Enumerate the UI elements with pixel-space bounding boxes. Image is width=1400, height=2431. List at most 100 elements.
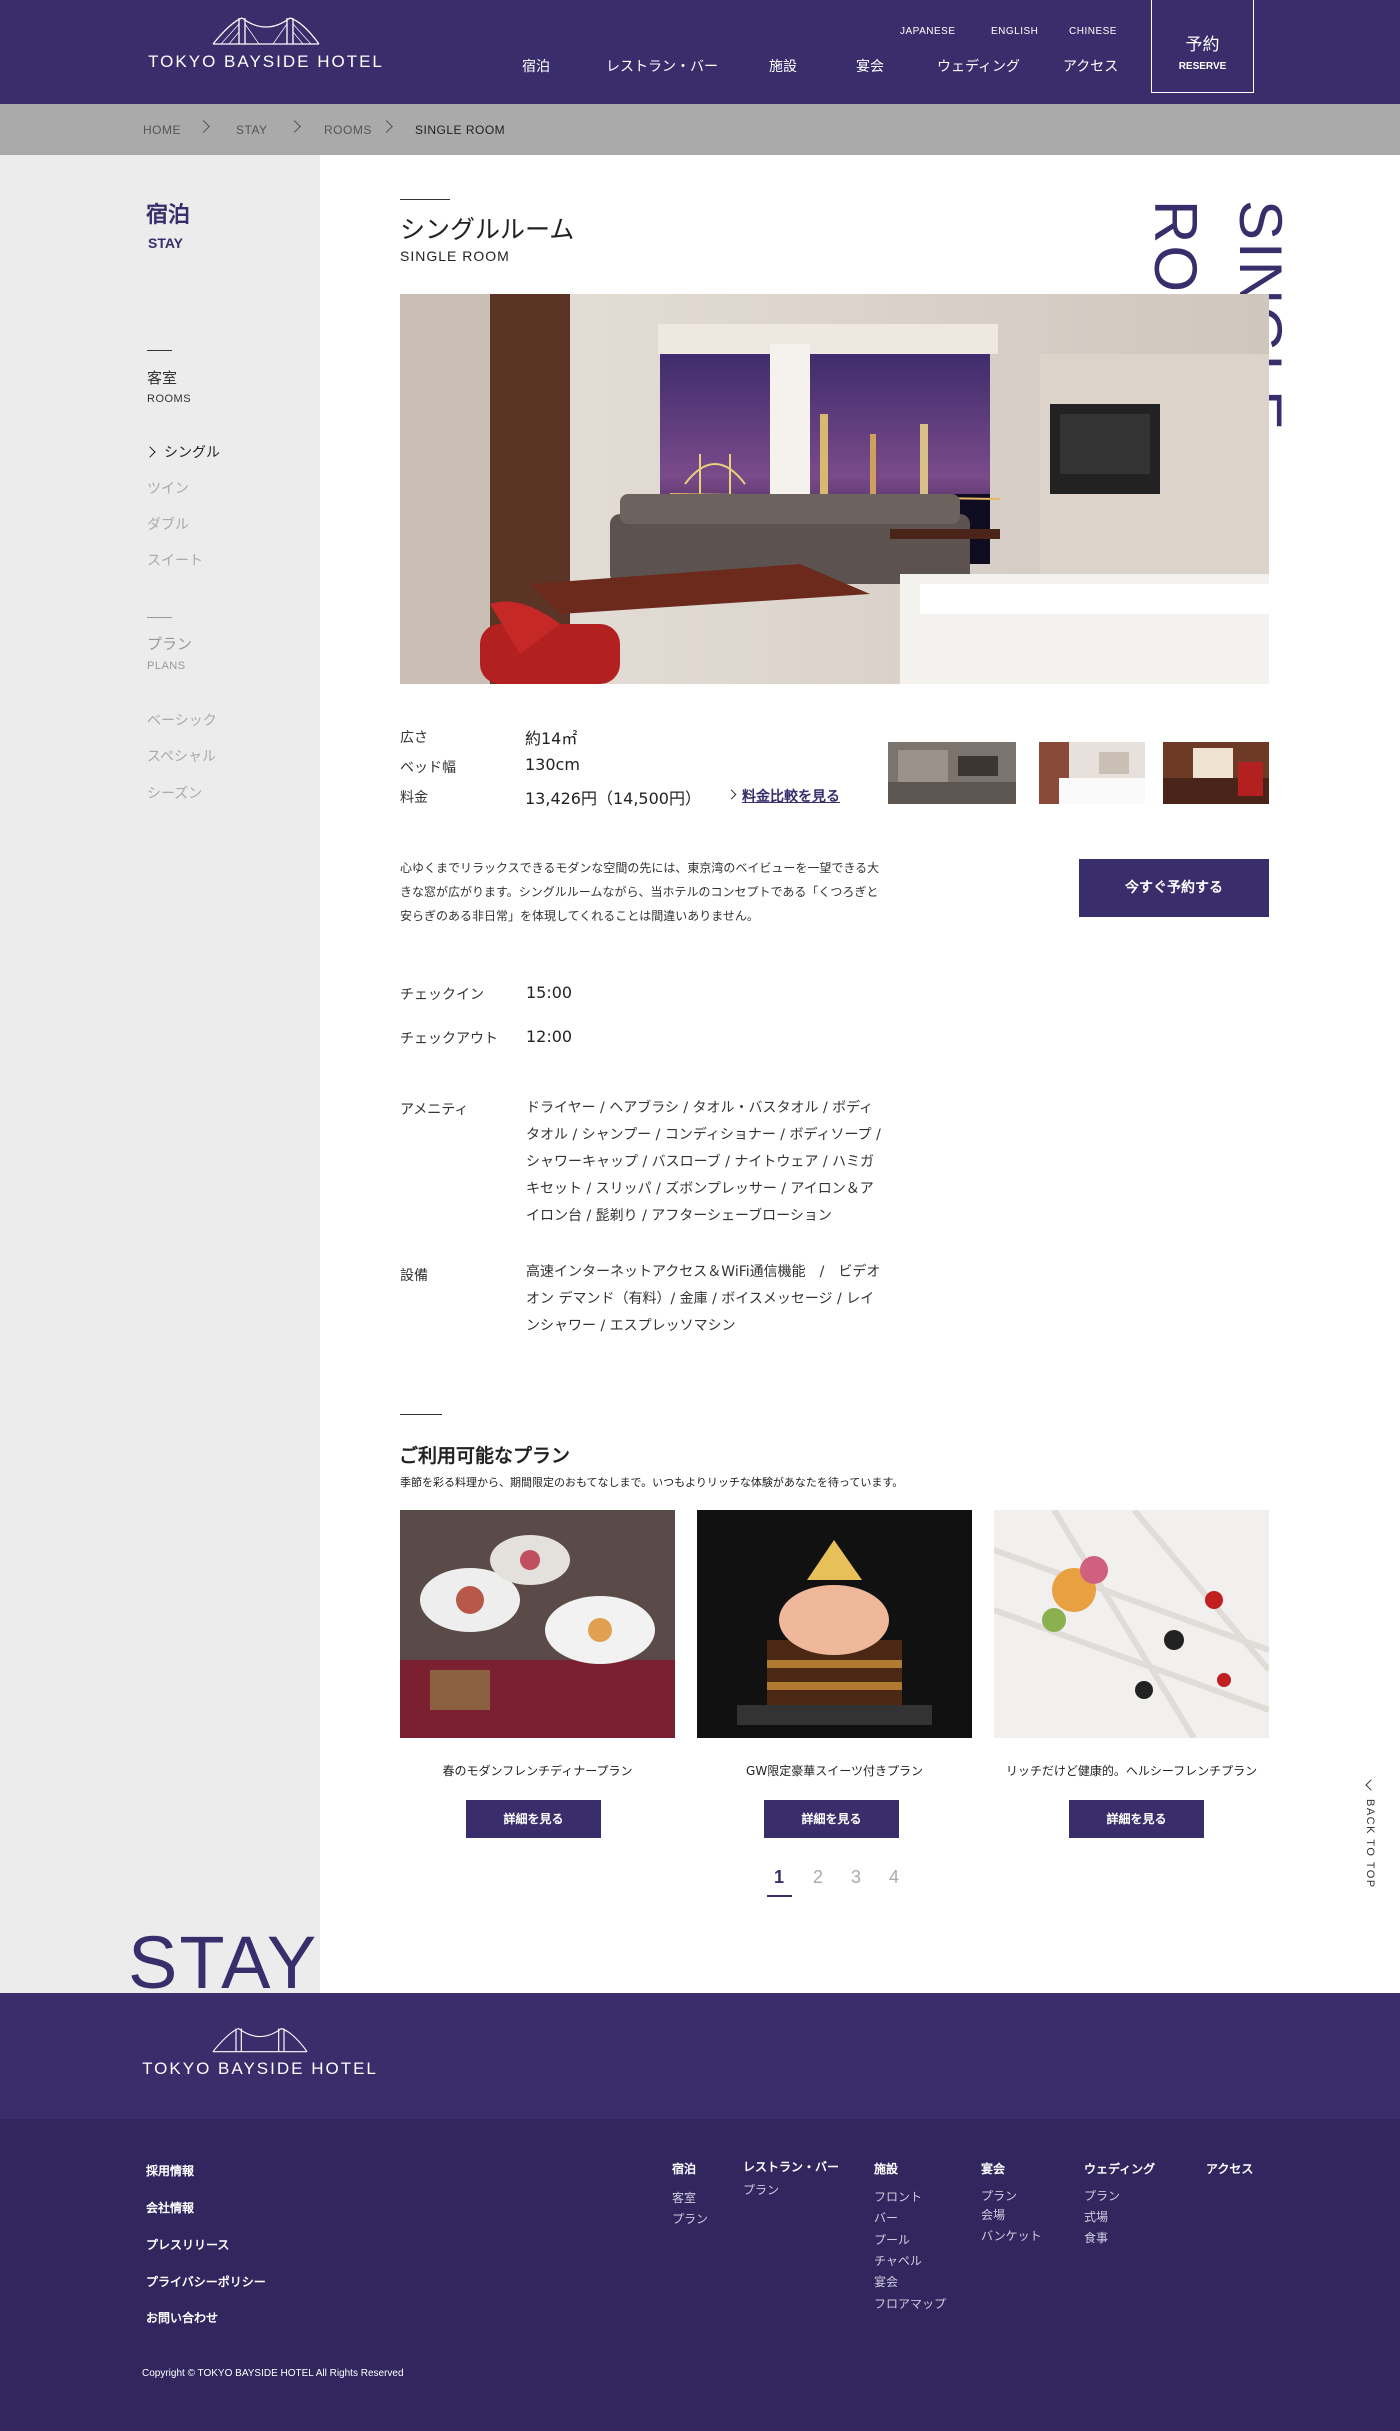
lang-chinese[interactable]: CHINESE	[1069, 26, 1117, 37]
sidebar-item-single[interactable]: シングル	[164, 442, 220, 462]
pagination-indicator	[767, 1895, 792, 1897]
footer-link[interactable]: バンケット	[981, 2227, 1042, 2244]
logo-text: TOKYO BAYSIDE HOTEL	[148, 52, 384, 71]
room-description: 心ゆくまでリラックスできるモダンな空間の先には、東京湾のベイビューを一望できる大…	[400, 861, 880, 923]
page-title: シングルルーム	[400, 215, 575, 244]
sidebar-rooms-sub: ROOMS	[147, 393, 192, 405]
sidebar-plans-heading[interactable]: プラン	[147, 633, 192, 654]
bridge-logo-icon	[212, 2027, 308, 2053]
footer-link[interactable]: 客室	[672, 2189, 696, 2206]
footer-logo-text: TOKYO BAYSIDE HOTEL	[142, 2059, 378, 2078]
footer-col-stay[interactable]: 宿泊	[672, 2160, 696, 2177]
pagination-page-1[interactable]: 1	[774, 1867, 784, 1888]
footer-col-banquet[interactable]: 宴会	[981, 2160, 1005, 2177]
nav-access[interactable]: アクセス	[1063, 56, 1118, 76]
footer-col-wedding[interactable]: ウェディング	[1084, 2160, 1155, 2177]
footer-link-contact[interactable]: お問い合わせ	[146, 2309, 218, 2326]
reserve-button[interactable]: 予約 RESERVE	[1151, 0, 1254, 93]
sidebar-plans-sub: PLANS	[147, 660, 186, 672]
page: TOKYO BAYSIDE HOTEL JAPANESE ENGLISH CHI…	[0, 0, 1400, 2431]
divider	[147, 350, 172, 351]
checkout-time: 12:00	[526, 1027, 573, 1046]
sidebar-item-suite[interactable]: スイート	[147, 550, 203, 570]
footer-link[interactable]: 宴会	[874, 2273, 898, 2290]
footer-link-careers[interactable]: 採用情報	[146, 2162, 194, 2179]
spec-label-price: 料金	[400, 790, 428, 806]
footer-link[interactable]: プラン	[981, 2187, 1017, 2204]
footer-link[interactable]: 会場	[981, 2206, 1005, 2223]
room-thumbnail[interactable]	[1039, 742, 1145, 804]
footer-link[interactable]: 式場	[1084, 2208, 1108, 2225]
room-thumbnail[interactable]	[1163, 742, 1269, 804]
footer-link-privacy[interactable]: プライバシーポリシー	[146, 2273, 266, 2290]
back-to-top-label: BACK TO TOP	[1364, 1799, 1376, 1889]
footer-link[interactable]: 食事	[1084, 2229, 1108, 2246]
breadcrumb-current: SINGLE ROOM	[415, 123, 506, 137]
breadcrumb-rooms[interactable]: ROOMS	[324, 123, 372, 137]
sidebar-rooms-heading[interactable]: 客室	[147, 367, 177, 388]
sidebar-title-jp: 宿泊	[146, 203, 191, 228]
room-main-photo	[400, 294, 1269, 684]
plan-image[interactable]	[400, 1510, 675, 1738]
lang-japanese[interactable]: JAPANESE	[900, 26, 956, 37]
pagination-page-4[interactable]: 4	[889, 1867, 899, 1888]
divider	[147, 617, 172, 618]
back-to-top-button[interactable]: BACK TO TOP	[1362, 1777, 1382, 1907]
book-now-button[interactable]: 今すぐ予約する	[1079, 859, 1269, 917]
nav-wedding[interactable]: ウェディング	[937, 56, 1020, 76]
footer-link-press[interactable]: プレスリリース	[146, 2236, 229, 2253]
footer-col-access[interactable]: アクセス	[1206, 2160, 1253, 2177]
footer-link[interactable]: バー	[874, 2209, 898, 2226]
footer-link[interactable]: フロント	[874, 2188, 922, 2205]
sidebar-item-twin[interactable]: ツイン	[147, 478, 189, 498]
plans-title: ご利用可能なプラン	[399, 1445, 571, 1467]
pagination-page-2[interactable]: 2	[813, 1867, 823, 1888]
amenity-list: ドライヤー / ヘアブラシ / タオル・バスタオル / ボディタオル / シャン…	[526, 1100, 881, 1224]
footer-link[interactable]: フロアマップ	[874, 2295, 946, 2312]
nav-banquet[interactable]: 宴会	[856, 56, 884, 76]
hotel-logo[interactable]: TOKYO BAYSIDE HOTEL	[146, 14, 386, 84]
divider	[400, 199, 450, 200]
footer-link[interactable]: プラン	[743, 2181, 779, 2198]
footer-col-facilities[interactable]: 施設	[874, 2160, 898, 2177]
footer-logo[interactable]: TOKYO BAYSIDE HOTEL	[140, 2025, 380, 2079]
sidebar-item-special[interactable]: スペシャル	[147, 746, 216, 766]
breadcrumb: HOME STAY ROOMS SINGLE ROOM	[0, 104, 1400, 155]
sidebar: 宿泊 STAY 客室 ROOMS シングル ツイン ダブル スイート プラン P…	[0, 155, 320, 1995]
spec-value-bed-width: 130cm	[525, 755, 580, 774]
nav-facilities[interactable]: 施設	[769, 56, 797, 76]
footer-link[interactable]: プラン	[672, 2210, 708, 2227]
site-footer: 採用情報 会社情報 プレスリリース プライバシーポリシー お問い合わせ 宿泊 客…	[0, 2119, 1400, 2431]
breadcrumb-stay[interactable]: STAY	[236, 123, 268, 137]
room-thumbnail[interactable]	[888, 742, 1016, 804]
plan-name: リッチだけど健康的。ヘルシーフレンチプラン	[1005, 1764, 1258, 1778]
plan-image[interactable]	[994, 1510, 1269, 1738]
footer-link[interactable]: プラン	[1084, 2187, 1120, 2204]
spec-value-price: 13,426円（14,500円）	[525, 789, 701, 808]
lang-english[interactable]: ENGLISH	[991, 26, 1038, 37]
plan-details-button[interactable]: 詳細を見る	[466, 1800, 601, 1838]
sidebar-title-en: STAY	[148, 235, 184, 251]
footer-link-company[interactable]: 会社情報	[146, 2199, 194, 2216]
footer-link[interactable]: チャペル	[874, 2252, 922, 2269]
footer-link[interactable]: プール	[874, 2231, 910, 2248]
sidebar-item-season[interactable]: シーズン	[147, 783, 202, 803]
breadcrumb-home[interactable]: HOME	[143, 123, 181, 137]
spec-label-bed-width: ベッド幅	[400, 760, 456, 776]
nav-stay[interactable]: 宿泊	[522, 56, 550, 76]
plan-image[interactable]	[697, 1510, 972, 1738]
plan-details-button[interactable]: 詳細を見る	[764, 1800, 899, 1838]
pagination-page-3[interactable]: 3	[851, 1867, 861, 1888]
checkin-label: チェックイン	[400, 987, 484, 1003]
price-compare-link[interactable]: 料金比較を見る	[728, 786, 840, 806]
divider	[400, 1414, 442, 1415]
chevron-up-icon	[1365, 1779, 1377, 1791]
reserve-label-en: RESERVE	[1178, 61, 1227, 72]
plan-details-button[interactable]: 詳細を見る	[1069, 1800, 1204, 1838]
sidebar-item-basic[interactable]: ベーシック	[147, 710, 217, 730]
nav-restaurant-bar[interactable]: レストラン・バー	[606, 56, 718, 76]
amenity-label: アメニティ	[400, 1102, 469, 1118]
footer-col-restaurant[interactable]: レストラン・バー	[743, 2158, 839, 2175]
sidebar-item-double[interactable]: ダブル	[147, 514, 189, 534]
section-watermark-text: STAY	[128, 1921, 319, 2004]
